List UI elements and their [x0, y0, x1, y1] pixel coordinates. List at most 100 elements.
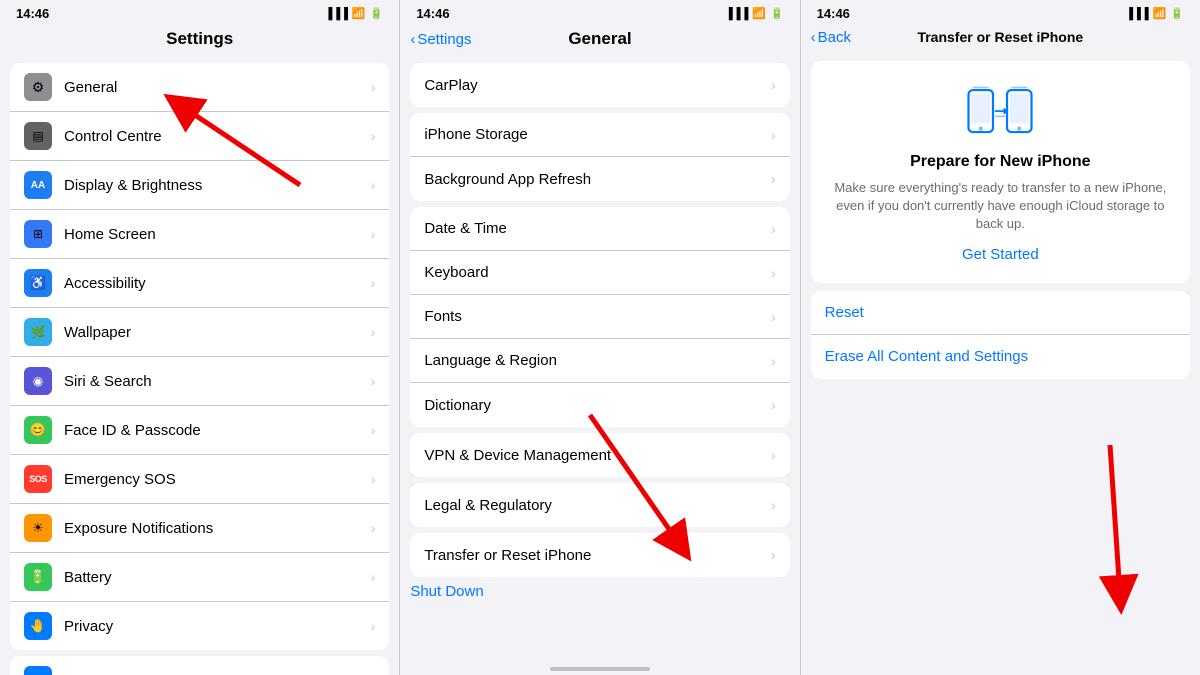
general-item-language[interactable]: Language & Region › [410, 339, 789, 383]
accessibility-chevron: › [371, 275, 376, 291]
general-item-background[interactable]: Background App Refresh › [410, 157, 789, 201]
settings-item-home-screen[interactable]: ⊞ Home Screen › [10, 210, 389, 259]
status-icons-2: ▐▐▐ 📶 🔋 [725, 7, 784, 20]
signal-icon-2: ▐▐▐ [725, 8, 748, 20]
settings-item-battery[interactable]: 🔋 Battery › [10, 553, 389, 602]
settings-content: ⚙ General › ▤ Control Centre › AA Displa… [0, 57, 399, 675]
dictionary-chevron: › [771, 397, 776, 413]
status-time-1: 14:46 [16, 6, 49, 21]
general-item-fonts[interactable]: Fonts › [410, 295, 789, 339]
settings-item-siri[interactable]: ◉ Siri & Search › [10, 357, 389, 406]
general-group-storage: iPhone Storage › Background App Refresh … [410, 113, 789, 201]
transfer-chevron: › [771, 547, 776, 563]
fonts-chevron: › [771, 309, 776, 325]
nav-bar-3: ‹ Back Transfer or Reset iPhone [801, 25, 1200, 53]
settings-item-accessibility[interactable]: ♿ Accessibility › [10, 259, 389, 308]
page-title-transfer: Transfer or Reset iPhone [917, 29, 1083, 45]
prepare-phones-svg [965, 79, 1035, 144]
battery-settings-icon: 🔋 [24, 563, 52, 591]
general-item-storage[interactable]: iPhone Storage › [410, 113, 789, 157]
settings-item-control-centre[interactable]: ▤ Control Centre › [10, 112, 389, 161]
chevron-back-icon-2: ‹ [410, 31, 415, 48]
prepare-icon [965, 81, 1035, 141]
status-bar-3: 14:46 ▐▐▐ 📶 🔋 [801, 0, 1200, 25]
vpn-label: VPN & Device Management [424, 447, 771, 464]
signal-icon: ▐▐▐ [325, 8, 348, 20]
legal-label: Legal & Regulatory [424, 497, 771, 514]
settings-item-exposure[interactable]: ☀ Exposure Notifications › [10, 504, 389, 553]
settings-item-wallpaper[interactable]: 🌿 Wallpaper › [10, 308, 389, 357]
status-bar-2: 14:46 ▐▐▐ 📶 🔋 [400, 0, 799, 25]
erase-label[interactable]: Erase All Content and Settings [825, 348, 1028, 365]
page-title-general: General [568, 29, 631, 49]
legal-chevron: › [771, 497, 776, 513]
reset-item[interactable]: Reset [811, 291, 1190, 335]
faceid-label: Face ID & Passcode [64, 422, 371, 439]
wifi-icon: 📶 [352, 7, 366, 20]
battery-icon-2: 🔋 [770, 7, 784, 20]
back-button-2[interactable]: ‹ Settings [410, 31, 471, 48]
general-group-carplay: CarPlay › [410, 63, 789, 107]
carplay-chevron: › [771, 77, 776, 93]
page-title-settings: Settings [166, 29, 233, 49]
home-screen-icon: ⊞ [24, 220, 52, 248]
display-chevron: › [371, 177, 376, 193]
shutdown-container: Shut Down [410, 583, 789, 601]
siri-label: Siri & Search [64, 373, 371, 390]
carplay-label: CarPlay [424, 77, 771, 94]
general-item-dictionary[interactable]: Dictionary › [410, 383, 789, 427]
wallpaper-label: Wallpaper [64, 324, 371, 341]
chevron-back-icon-3: ‹ [811, 29, 816, 46]
settings-item-appstore[interactable]: A App Store › [10, 656, 389, 675]
nav-bar-2: ‹ Settings General [400, 25, 799, 57]
nav-bar-1: Settings [0, 25, 399, 57]
exposure-chevron: › [371, 520, 376, 536]
status-time-2: 14:46 [416, 6, 449, 21]
reset-label[interactable]: Reset [825, 304, 864, 321]
panel-settings: 14:46 ▐▐▐ 📶 🔋 Settings ⚙ General › ▤ Con… [0, 0, 400, 675]
back-label-2: Settings [417, 31, 471, 48]
fonts-label: Fonts [424, 308, 771, 325]
general-item-vpn[interactable]: VPN & Device Management › [410, 433, 789, 477]
panel-general: 14:46 ▐▐▐ 📶 🔋 ‹ Settings General CarPlay… [400, 0, 800, 675]
settings-item-privacy[interactable]: 🤚 Privacy › [10, 602, 389, 650]
settings-item-sos[interactable]: SOS Emergency SOS › [10, 455, 389, 504]
back-label-3: Back [818, 29, 851, 46]
general-item-datetime[interactable]: Date & Time › [410, 207, 789, 251]
settings-group-2: A App Store › ▣ Wallet & Apple Pay › [10, 656, 389, 675]
keyboard-chevron: › [771, 265, 776, 281]
general-icon: ⚙ [24, 73, 52, 101]
storage-chevron: › [771, 127, 776, 143]
general-content: CarPlay › iPhone Storage › Background Ap… [400, 57, 799, 655]
erase-item[interactable]: Erase All Content and Settings [811, 335, 1190, 379]
home-screen-label: Home Screen [64, 226, 371, 243]
back-button-3[interactable]: ‹ Back [811, 29, 851, 46]
general-chevron: › [371, 79, 376, 95]
dictionary-label: Dictionary [424, 397, 771, 414]
settings-item-general[interactable]: ⚙ General › [10, 63, 389, 112]
sos-label: Emergency SOS [64, 471, 371, 488]
storage-label: iPhone Storage [424, 126, 771, 143]
datetime-chevron: › [771, 221, 776, 237]
general-item-carplay[interactable]: CarPlay › [410, 63, 789, 107]
wifi-icon-2: 📶 [752, 7, 766, 20]
signal-icon-3: ▐▐▐ [1125, 8, 1148, 20]
wallpaper-icon: 🌿 [24, 318, 52, 346]
settings-item-faceid[interactable]: 😊 Face ID & Passcode › [10, 406, 389, 455]
home-indicator-2 [400, 655, 799, 675]
general-item-transfer[interactable]: Transfer or Reset iPhone › [410, 533, 789, 577]
general-item-keyboard[interactable]: Keyboard › [410, 251, 789, 295]
prepare-card: Prepare for New iPhone Make sure everyth… [811, 61, 1190, 283]
appstore-icon: A [24, 666, 52, 675]
settings-item-display[interactable]: AA Display & Brightness › [10, 161, 389, 210]
privacy-chevron: › [371, 618, 376, 634]
get-started-button[interactable]: Get Started [962, 246, 1039, 263]
general-item-legal[interactable]: Legal & Regulatory › [410, 483, 789, 527]
accessibility-icon: ♿ [24, 269, 52, 297]
general-group-transfer: Transfer or Reset iPhone › [410, 533, 789, 577]
shutdown-button[interactable]: Shut Down [410, 583, 483, 600]
sos-icon: SOS [24, 465, 52, 493]
language-label: Language & Region [424, 352, 771, 369]
general-group-legal: Legal & Regulatory › [410, 483, 789, 527]
wallpaper-chevron: › [371, 324, 376, 340]
